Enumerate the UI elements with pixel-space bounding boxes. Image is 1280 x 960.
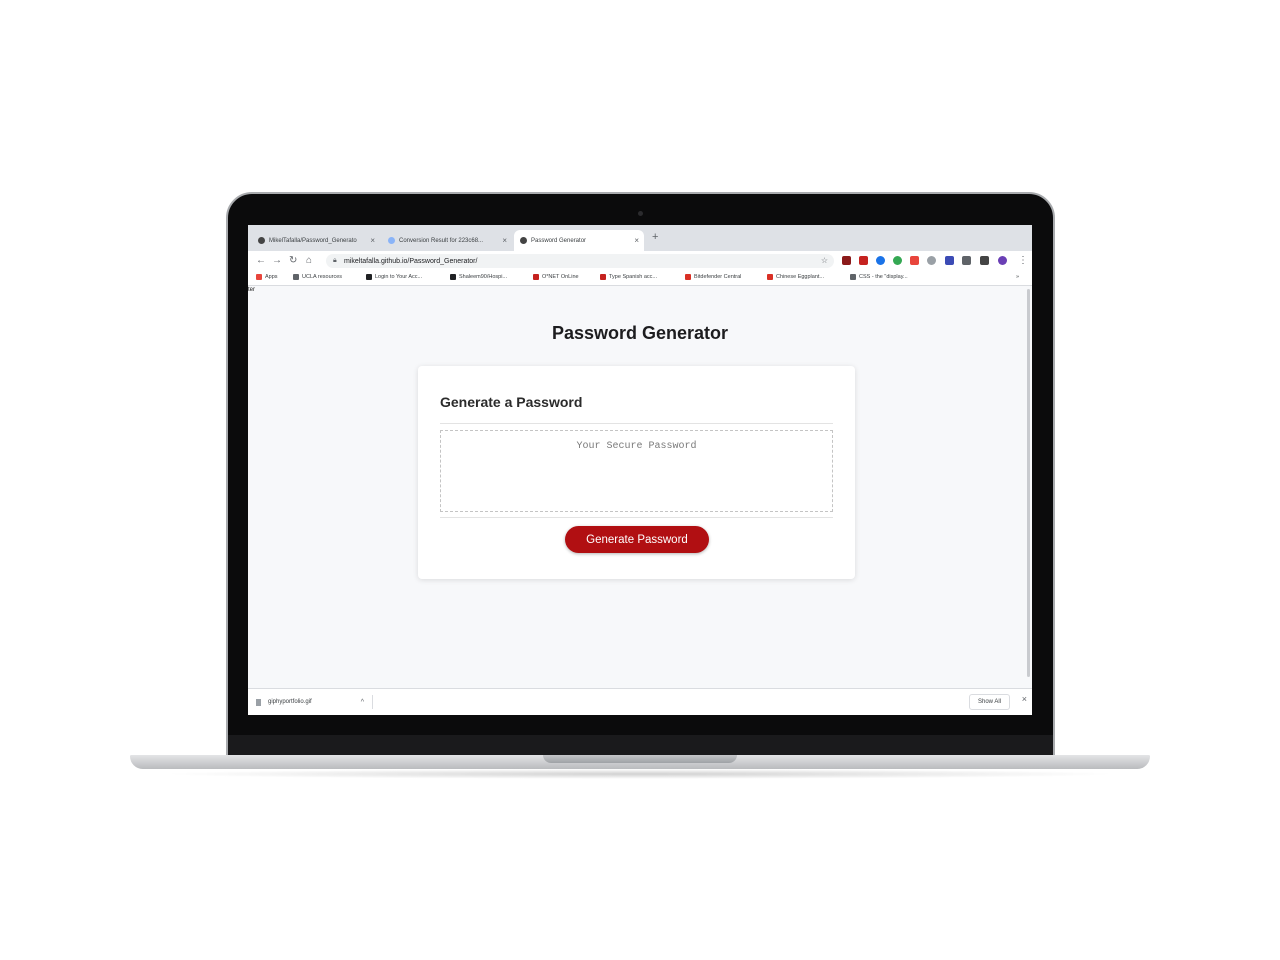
- forward-arrow-icon[interactable]: →: [272, 255, 282, 267]
- home-icon[interactable]: ⌂: [306, 255, 312, 267]
- extension-icon[interactable]: [893, 256, 902, 265]
- extension-icon[interactable]: [945, 256, 954, 265]
- bookmark-login[interactable]: Login to Your Acc...: [366, 274, 422, 280]
- github-icon: [450, 274, 456, 280]
- close-icon[interactable]: ×: [502, 236, 507, 245]
- globe-icon: [366, 274, 372, 280]
- lock-icon: 🔒︎: [333, 257, 337, 264]
- extension-icon[interactable]: [962, 256, 971, 265]
- download-item[interactable]: giphyportfolio.gif ^: [256, 695, 373, 709]
- browser-toolbar: ← → ↻ ⌂ 🔒︎ mikeltafalla.github.io/Passwo…: [248, 251, 1032, 271]
- bookmark-label: Type Spanish acc...: [609, 274, 657, 280]
- password-output[interactable]: [441, 431, 832, 511]
- divider: [440, 517, 833, 518]
- close-icon[interactable]: ×: [634, 236, 639, 245]
- bookmark-css-display[interactable]: CSS - the "display...: [850, 274, 908, 280]
- new-tab-button[interactable]: +: [652, 231, 658, 243]
- card-header: Generate a Password: [440, 394, 583, 410]
- tab-github[interactable]: MikelTafalla/Password_Generato ×: [252, 230, 380, 251]
- bookmark-label: Shaleem90/Hospi...: [459, 274, 507, 280]
- tab-conversion[interactable]: Conversion Result for 223c68... ×: [382, 230, 512, 251]
- bookmark-label: Bitdefender Central: [694, 274, 742, 280]
- tab-strip: MikelTafalla/Password_Generato × Convers…: [248, 225, 1032, 251]
- tab-label: MikelTafalla/Password_Generato: [269, 237, 357, 244]
- extension-icon[interactable]: [859, 256, 868, 265]
- globe-icon: [388, 237, 395, 244]
- spanish-icon: [600, 274, 606, 280]
- globe-icon: [850, 274, 856, 280]
- laptop-screen: MikelTafalla/Password_Generato × Convers…: [248, 225, 1032, 715]
- bookmark-bitdefender[interactable]: Bitdefender Central: [685, 274, 741, 280]
- apps-grid-icon: [256, 274, 262, 280]
- onet-icon: [533, 274, 539, 280]
- webcam: [638, 211, 643, 216]
- back-arrow-icon[interactable]: ←: [256, 255, 266, 267]
- bitdefender-icon: [685, 274, 691, 280]
- download-bar: giphyportfolio.gif ^ Show All ×: [248, 688, 1032, 715]
- page-title: Password Generator: [551, 323, 729, 343]
- extension-icon[interactable]: [927, 256, 936, 265]
- bookmark-label: Apps: [265, 274, 278, 280]
- close-icon[interactable]: ×: [1022, 694, 1027, 704]
- profile-avatar[interactable]: [998, 256, 1007, 265]
- bookmark-shaleem[interactable]: Shaleem90/Hospi...: [450, 274, 507, 280]
- bookmark-label: Chinese Eggplant...: [776, 274, 825, 280]
- url-text: mikeltafalla.github.io/Password_Generato…: [344, 257, 478, 265]
- menu-dots-icon[interactable]: ⋮: [1018, 255, 1028, 267]
- close-icon[interactable]: ×: [370, 236, 375, 245]
- generate-password-button[interactable]: Generate Password: [565, 526, 709, 553]
- extension-icon[interactable]: [910, 256, 919, 265]
- bookmark-apps[interactable]: Apps: [256, 274, 278, 280]
- bookmark-label: O*NET OnLine: [542, 274, 579, 280]
- bookmark-chinese-eggplant[interactable]: Chinese Eggplant...: [767, 274, 824, 280]
- chevron-up-icon[interactable]: ^: [361, 699, 364, 706]
- bookmark-onet[interactable]: O*NET OnLine: [533, 274, 579, 280]
- laptop-chin: [228, 735, 1053, 757]
- reload-icon[interactable]: ↻: [289, 255, 297, 267]
- puzzle-icon[interactable]: [980, 256, 989, 265]
- extension-icon[interactable]: [876, 256, 885, 265]
- address-bar[interactable]: 🔒︎ mikeltafalla.github.io/Password_Gener…: [326, 254, 834, 268]
- recipe-icon: [767, 274, 773, 280]
- page-corner-text: ter: [248, 287, 256, 293]
- password-card: Generate a Password Generate Password: [418, 366, 855, 579]
- bookmarks-bar: Apps UCLA resources Login to Your Acc...…: [248, 271, 1032, 286]
- tab-password-generator[interactable]: Password Generator ×: [514, 230, 644, 251]
- bookmark-label: UCLA resources: [302, 274, 343, 280]
- tab-label: Password Generator: [531, 237, 587, 244]
- bookmarks-overflow-icon[interactable]: »: [1016, 274, 1019, 280]
- folder-icon: [293, 274, 299, 280]
- tab-label: Conversion Result for 223c68...: [399, 237, 484, 244]
- laptop-hinge-notch: [543, 755, 737, 763]
- bookmark-ucla[interactable]: UCLA resources: [293, 274, 342, 280]
- show-all-button[interactable]: Show All: [968, 694, 1010, 710]
- divider: [440, 423, 833, 424]
- scrollbar[interactable]: [1027, 289, 1030, 677]
- download-file-name: giphyportfolio.gif: [268, 699, 312, 705]
- password-output-box: [440, 430, 833, 512]
- bookmark-label: CSS - the "display...: [859, 274, 908, 280]
- laptop-shadow: [160, 769, 1120, 779]
- bookmark-star-icon[interactable]: ☆: [821, 256, 828, 265]
- bookmark-label: Login to Your Acc...: [375, 274, 423, 280]
- extension-icon[interactable]: [842, 256, 851, 265]
- globe-icon: [520, 237, 527, 244]
- bookmark-type-spanish[interactable]: Type Spanish acc...: [600, 274, 657, 280]
- github-icon: [258, 237, 265, 244]
- file-icon: [256, 698, 261, 706]
